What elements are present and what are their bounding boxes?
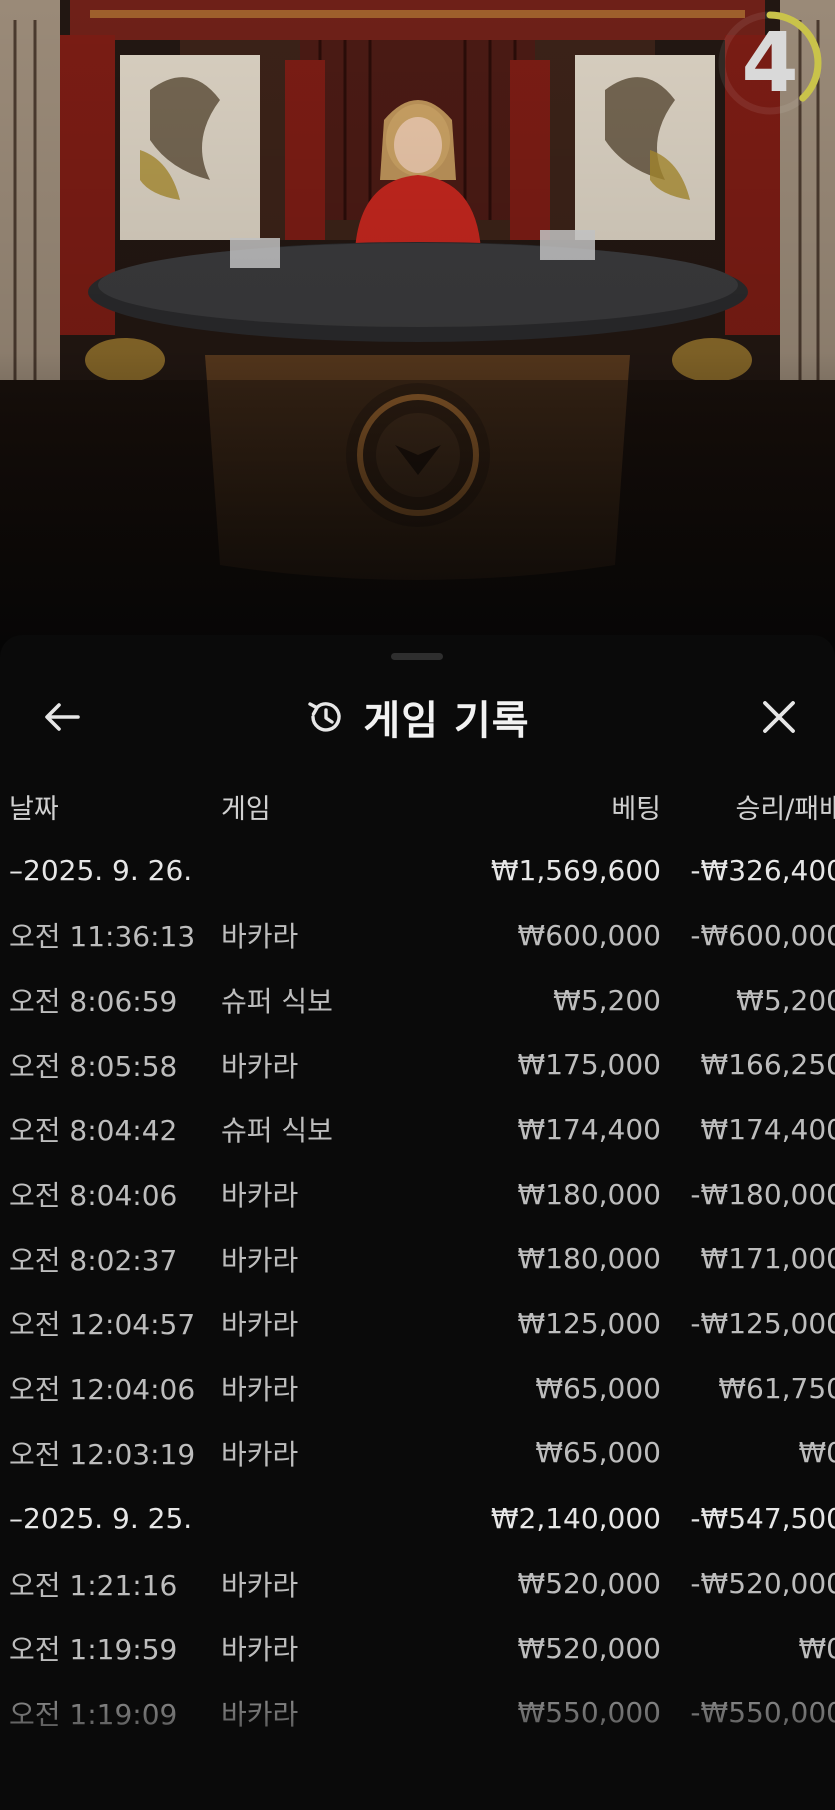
header-result: 승리/패배 — [735, 793, 835, 825]
row-game: 바카라 — [221, 1373, 299, 1407]
row-bet: ₩1,569,600 — [490, 853, 661, 887]
table-row[interactable]: 오전 8:04:42 슈퍼 식보 ₩174,400 ₩174,400 — [0, 1097, 835, 1162]
title-group: 게임 기록 — [0, 675, 835, 759]
row-date: 오전 8:02:37 — [9, 1243, 178, 1277]
row-date: 오전 8:04:06 — [9, 1179, 178, 1213]
row-date: 오전 1:21:16 — [9, 1568, 178, 1602]
table-row[interactable]: 오전 11:36:13 바카라 ₩600,000 -₩600,000 — [0, 903, 835, 968]
row-game: 바카라 — [221, 1437, 299, 1471]
history-table: 날짜 게임 베팅 승리/패배 –2025. 9. 26. ₩1,569,600 … — [0, 775, 835, 1745]
row-result: -₩180,000 — [690, 1177, 835, 1211]
table-row[interactable]: 오전 8:06:59 슈퍼 식보 ₩5,200 ₩5,200 — [0, 968, 835, 1033]
row-game: 바카라 — [221, 1568, 299, 1602]
header-game: 게임 — [221, 793, 271, 825]
round-countdown-timer: 4 — [715, 8, 825, 118]
row-date: 오전 1:19:59 — [9, 1633, 178, 1667]
table-row[interactable]: 오전 8:02:37 바카라 ₩180,000 ₩171,000 — [0, 1226, 835, 1291]
row-date: –2025. 9. 26. — [9, 853, 193, 887]
row-date: 오전 8:04:42 — [9, 1114, 178, 1148]
row-result: ₩174,400 — [700, 1112, 835, 1146]
table-row[interactable]: 오전 12:03:19 바카라 ₩65,000 ₩0 — [0, 1421, 835, 1486]
row-result: ₩0 — [798, 1631, 835, 1665]
arrow-left-icon — [45, 703, 80, 731]
row-bet: ₩175,000 — [517, 1048, 661, 1082]
row-result: -₩520,000 — [690, 1567, 835, 1601]
row-bet: ₩65,000 — [535, 1436, 661, 1470]
row-result: ₩171,000 — [700, 1242, 835, 1276]
history-icon — [308, 702, 342, 732]
row-date: 오전 12:04:57 — [9, 1308, 196, 1342]
row-bet: ₩180,000 — [517, 1177, 661, 1211]
row-bet: ₩600,000 — [517, 918, 661, 952]
row-date: 오전 1:19:09 — [9, 1697, 178, 1731]
back-button[interactable] — [36, 695, 88, 739]
countdown-number: 4 — [741, 15, 799, 111]
row-game: 슈퍼 식보 — [221, 985, 333, 1019]
row-date: –2025. 9. 25. — [9, 1501, 193, 1535]
row-bet: ₩125,000 — [517, 1306, 661, 1340]
row-bet: ₩520,000 — [517, 1631, 661, 1665]
table-row[interactable]: 오전 12:04:06 바카라 ₩65,000 ₩61,750 — [0, 1356, 835, 1421]
row-bet: ₩2,140,000 — [490, 1501, 661, 1535]
game-history-panel: 게임 기록 날짜 게임 베팅 승리/패배 –2025. 9. 26. ₩1,56… — [0, 635, 835, 1810]
history-rows: –2025. 9. 26. ₩1,569,600 -₩326,400 오전 11… — [0, 837, 835, 1745]
row-bet: ₩180,000 — [517, 1242, 661, 1276]
row-date: 오전 12:03:19 — [9, 1437, 196, 1471]
close-button[interactable] — [753, 691, 805, 743]
row-game — [221, 837, 421, 903]
row-bet: ₩5,200 — [553, 983, 661, 1017]
row-date: 오전 8:05:58 — [9, 1049, 178, 1083]
row-bet: ₩550,000 — [517, 1696, 661, 1730]
row-result: ₩166,250 — [700, 1048, 835, 1082]
row-result: ₩61,750 — [718, 1371, 835, 1405]
row-result: -₩326,400 — [690, 853, 835, 887]
live-video-stage: 4 — [0, 0, 835, 640]
table-row[interactable]: 오전 1:19:09 바카라 ₩550,000 -₩550,000 — [0, 1681, 835, 1746]
row-date: 오전 8:06:59 — [9, 985, 178, 1019]
row-bet: ₩65,000 — [535, 1371, 661, 1405]
row-game: 바카라 — [221, 1633, 299, 1667]
row-bet: ₩520,000 — [517, 1567, 661, 1601]
row-game: 바카라 — [221, 1308, 299, 1342]
panel-title: 게임 기록 — [363, 698, 530, 744]
date-group-row[interactable]: –2025. 9. 26. ₩1,569,600 -₩326,400 — [0, 837, 835, 903]
row-result: -₩600,000 — [690, 918, 835, 952]
row-result: -₩125,000 — [690, 1306, 835, 1340]
date-group-row[interactable]: –2025. 9. 25. ₩2,140,000 -₩547,500 — [0, 1485, 835, 1551]
header-date: 날짜 — [9, 793, 59, 825]
header-bet: 베팅 — [611, 793, 661, 825]
row-result: -₩547,500 — [690, 1501, 835, 1535]
row-game: 바카라 — [221, 1049, 299, 1083]
row-result: ₩5,200 — [736, 983, 835, 1017]
row-game — [221, 1485, 421, 1551]
row-game: 슈퍼 식보 — [221, 1114, 333, 1148]
close-icon — [763, 701, 795, 733]
row-date: 오전 12:04:06 — [9, 1373, 196, 1407]
row-game: 바카라 — [221, 1697, 299, 1731]
table-header-row: 날짜 게임 베팅 승리/패배 — [0, 775, 835, 837]
drag-handle[interactable] — [391, 653, 443, 660]
table-row[interactable]: 오전 8:04:06 바카라 ₩180,000 -₩180,000 — [0, 1162, 835, 1227]
row-bet: ₩174,400 — [517, 1112, 661, 1146]
row-game: 바카라 — [221, 1179, 299, 1213]
row-game: 바카라 — [221, 920, 299, 954]
row-result: ₩0 — [798, 1436, 835, 1470]
table-row[interactable]: 오전 1:19:59 바카라 ₩520,000 ₩0 — [0, 1616, 835, 1681]
row-game: 바카라 — [221, 1243, 299, 1277]
dealer-table-scene — [0, 0, 835, 640]
row-date: 오전 11:36:13 — [9, 920, 196, 954]
panel-header: 게임 기록 — [0, 675, 835, 755]
table-row[interactable]: 오전 12:04:57 바카라 ₩125,000 -₩125,000 — [0, 1291, 835, 1356]
table-row[interactable]: 오전 8:05:58 바카라 ₩175,000 ₩166,250 — [0, 1032, 835, 1097]
row-result: -₩550,000 — [690, 1696, 835, 1730]
table-row[interactable]: 오전 1:21:16 바카라 ₩520,000 -₩520,000 — [0, 1551, 835, 1616]
